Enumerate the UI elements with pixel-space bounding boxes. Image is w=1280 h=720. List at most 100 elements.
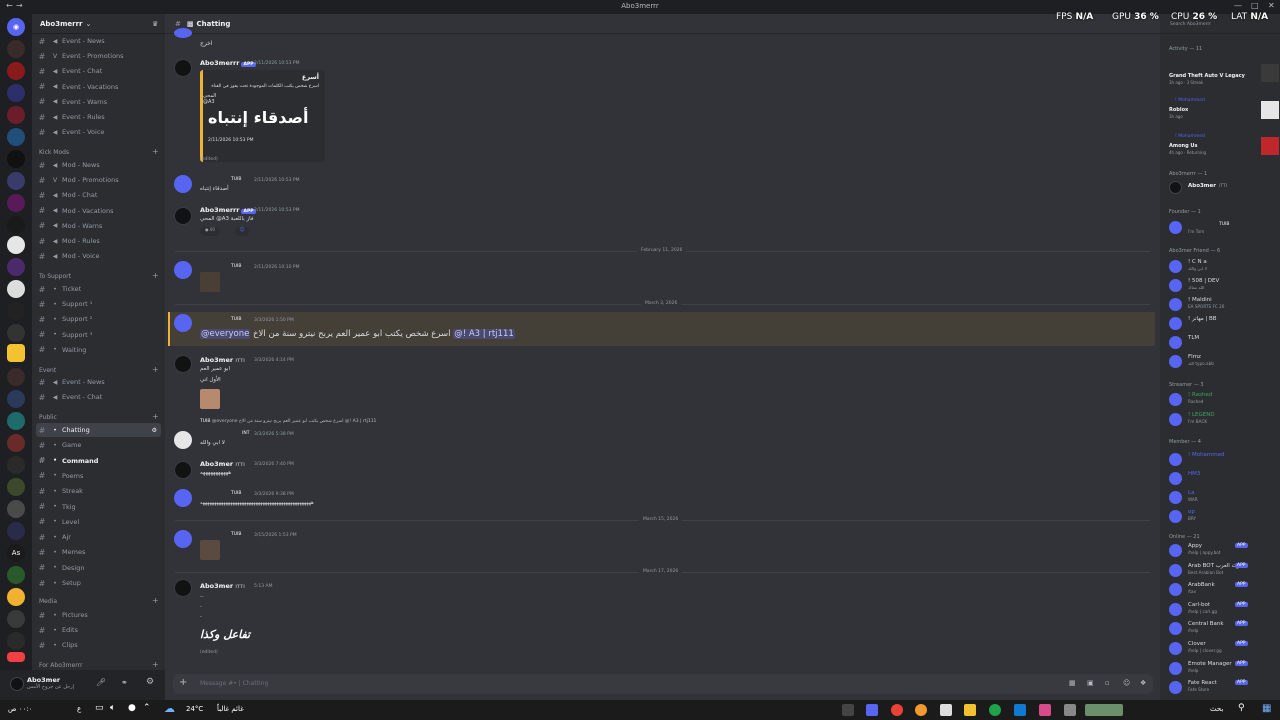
channel-item[interactable]: # V Mod - Promotions xyxy=(36,173,161,187)
gif-icon[interactable]: ▣ xyxy=(1087,679,1094,687)
member-row[interactable]: ! مهاتر | BB xyxy=(1169,315,1274,331)
avatar[interactable] xyxy=(174,461,192,479)
server-icon[interactable] xyxy=(7,106,25,124)
member-row[interactable]: Appy APP/help | appy.bot xyxy=(1169,542,1274,558)
display-icon[interactable]: ▭ xyxy=(95,703,104,713)
server-icon[interactable] xyxy=(7,456,25,474)
server-icon[interactable] xyxy=(7,258,25,276)
member-row[interactable]: op BRY xyxy=(1169,508,1274,524)
server-icon[interactable]: As xyxy=(7,544,25,562)
channel-item[interactable]: # ◀ Event - Rules xyxy=(36,110,161,124)
gift-icon[interactable]: ▦ xyxy=(1069,679,1076,687)
channel-item[interactable]: # • Ajr xyxy=(36,530,161,544)
message-author[interactable]: Abo3mer ITTI xyxy=(200,356,245,364)
chevron-up-icon[interactable]: ⌃ xyxy=(143,703,151,713)
channel-item[interactable]: # • Streak xyxy=(36,484,161,498)
app-thumbnail[interactable] xyxy=(1085,704,1123,716)
message-author[interactable]: Abo3mer ITTI xyxy=(200,582,245,590)
member-row[interactable]: Abo3mer ITTI xyxy=(1169,179,1274,195)
close-icon[interactable]: ✕ xyxy=(1268,1,1275,10)
maximize-icon[interactable]: □ xyxy=(1251,1,1259,10)
member-row[interactable]: ! C N a لا ابي والله xyxy=(1169,258,1274,274)
server-icon[interactable] xyxy=(7,150,25,168)
volume-icon[interactable]: 🔈︎ xyxy=(110,703,115,713)
member-row[interactable]: ArabBank APP/tax xyxy=(1169,581,1274,597)
add-channel-icon[interactable]: + xyxy=(152,147,159,156)
minimize-icon[interactable]: — xyxy=(1234,1,1242,10)
channel-item[interactable]: # • Edits xyxy=(36,623,161,637)
app-icon[interactable] xyxy=(915,704,927,716)
channel-item[interactable]: # V Event - Promotions xyxy=(36,49,161,63)
channel-item[interactable]: # • Game xyxy=(36,438,161,452)
category-header[interactable]: To Support xyxy=(39,273,71,280)
channel-item[interactable]: # • Memes xyxy=(36,545,161,559)
channel-item[interactable]: # • Support ² xyxy=(36,312,161,326)
channel-item[interactable]: # • Waiting xyxy=(36,343,161,357)
settings-icon[interactable]: ⚙ xyxy=(146,677,154,687)
avatar[interactable] xyxy=(174,175,192,193)
add-attachment-icon[interactable]: + xyxy=(179,677,187,688)
app-icon[interactable] xyxy=(842,704,854,716)
search-label[interactable]: بحث xyxy=(1210,705,1223,713)
sticker-icon[interactable]: ▫ xyxy=(1105,679,1110,687)
member-row[interactable]: TUIB I'm Tom xyxy=(1169,219,1274,235)
server-icon[interactable] xyxy=(7,128,25,146)
member-row[interactable]: HM3 xyxy=(1169,470,1274,486)
channel-item[interactable]: # ◀ Mod - Warns xyxy=(36,219,161,233)
member-row[interactable]: ! Rashed Rashed xyxy=(1169,391,1274,407)
headphones-icon[interactable]: ⚭ xyxy=(121,678,128,687)
attachment-image[interactable] xyxy=(200,389,220,409)
weather-temp[interactable]: 24°C xyxy=(186,705,203,713)
channel-item[interactable]: # • Setup xyxy=(36,576,161,590)
server-icon[interactable] xyxy=(7,324,25,342)
channel-item[interactable]: # • Tkig xyxy=(36,500,161,514)
channel-item[interactable]: # ◀ Event - Chat xyxy=(36,64,161,78)
apps-icon[interactable]: ❖ xyxy=(1140,679,1146,687)
back-icon[interactable]: ← xyxy=(6,1,13,10)
channel-item[interactable]: # • Clips xyxy=(36,638,161,652)
activity-card[interactable]: ! Mohammed Roblox 3h ago xyxy=(1169,98,1279,124)
server-icon[interactable] xyxy=(7,236,25,254)
category-header[interactable]: Public xyxy=(39,414,57,421)
server-icon[interactable] xyxy=(7,412,25,430)
channel-item[interactable]: # • Level xyxy=(36,515,161,529)
attachment-image[interactable] xyxy=(200,540,220,560)
server-icon[interactable] xyxy=(7,478,25,496)
server-icon[interactable] xyxy=(7,194,25,212)
avatar[interactable] xyxy=(174,489,192,507)
server-icon[interactable] xyxy=(7,84,25,102)
channel-item[interactable]: # • Ticket xyxy=(36,282,161,296)
member-row[interactable]: Clover APP/help | clover.gg xyxy=(1169,640,1274,656)
add-channel-icon[interactable]: + xyxy=(152,271,159,280)
guild-header[interactable]: Abo3merrr ⌄ ♛ xyxy=(32,14,165,34)
start-icon[interactable]: ▦ xyxy=(1262,703,1271,714)
channel-item[interactable]: # ◀ Event - News xyxy=(36,375,161,389)
server-icon[interactable] xyxy=(7,390,25,408)
weather-text[interactable]: غائم غالباً xyxy=(217,705,244,713)
add-member-icon[interactable]: ♛ xyxy=(152,20,158,28)
message-author[interactable]: Abo3merrr APP xyxy=(200,59,256,67)
channel-item[interactable]: # ◀ Mod - News xyxy=(36,158,161,172)
server-icon[interactable] xyxy=(7,302,25,320)
server-icon[interactable] xyxy=(7,588,25,606)
channel-item[interactable]: # ◀ Event - Chat xyxy=(36,390,161,404)
search-icon[interactable]: ⚲ xyxy=(1238,703,1245,713)
member-row[interactable]: Carl-bot APP/help | carl.gg xyxy=(1169,601,1274,617)
embed-mention[interactable]: المحي @A3 xyxy=(203,93,227,105)
app-icon[interactable] xyxy=(1039,704,1051,716)
reaction-button[interactable]: ● 00 xyxy=(200,227,220,236)
channel-item[interactable]: # • Support ³ xyxy=(36,328,161,342)
member-row[interactable]: ! Mohammed xyxy=(1169,451,1274,467)
avatar[interactable] xyxy=(174,28,192,38)
add-channel-icon[interactable]: + xyxy=(152,365,159,374)
avatar[interactable] xyxy=(174,530,192,548)
server-icon[interactable] xyxy=(7,280,25,298)
member-row[interactable]: TLM xyxy=(1169,334,1274,350)
server-icon[interactable] xyxy=(7,566,25,584)
message-composer[interactable]: + Message #• | Chatting ▦ ▣ ▫ ☺ ❖ xyxy=(173,674,1153,694)
avatar[interactable] xyxy=(174,261,192,279)
server-icon[interactable] xyxy=(7,344,25,362)
task-view-icon[interactable] xyxy=(1064,704,1076,716)
channel-item[interactable]: # ◀ Mod - Vacations xyxy=(36,204,161,218)
message-input[interactable]: Message #• | Chatting xyxy=(200,680,268,687)
